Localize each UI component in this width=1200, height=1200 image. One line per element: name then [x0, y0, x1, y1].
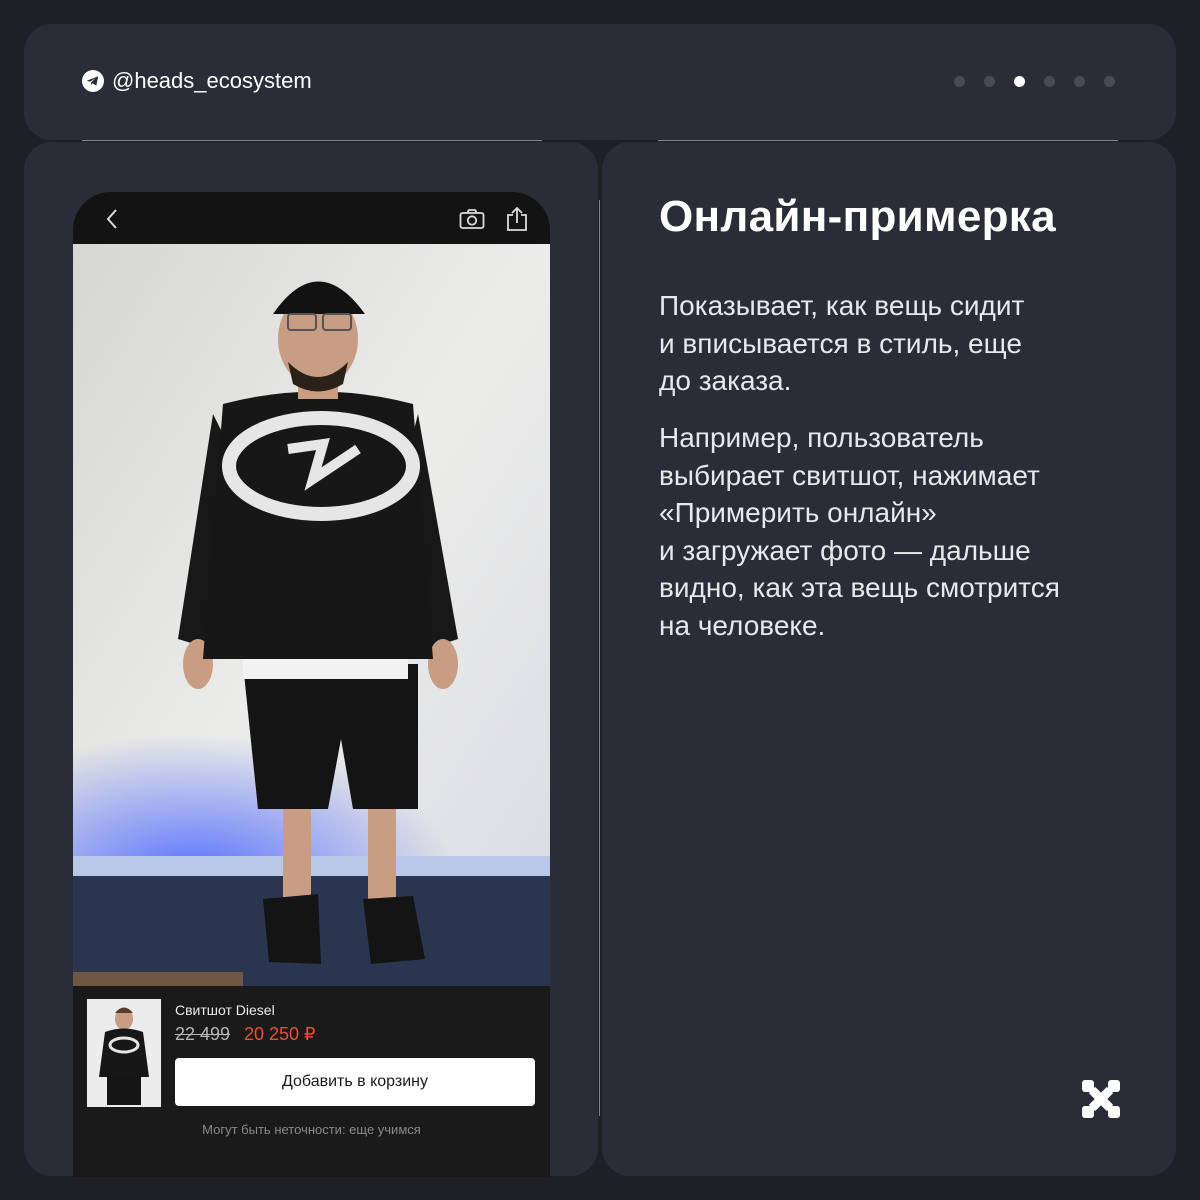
page-dot[interactable]: [1044, 76, 1055, 87]
share-icon[interactable]: [505, 206, 529, 232]
phone-screen: Свитшот Diesel 22 499 20 250 ₽ Добавить …: [73, 192, 550, 1177]
page-title: Онлайн-примерка: [659, 192, 1056, 241]
vertical-divider: [599, 200, 600, 1116]
chevron-left-icon[interactable]: [105, 208, 119, 230]
text-line: видно, как эта вещь смотрится: [659, 572, 1060, 603]
text-line: и вписывается в стиль, еще: [659, 327, 1022, 359]
product-name: Свитшот Diesel: [175, 1002, 275, 1018]
product-thumbnail[interactable]: [87, 999, 161, 1107]
description-paragraph-1: Показывает, как вещь сидит и вписывается…: [659, 287, 1159, 400]
channel-handle[interactable]: @heads_ecosystem: [82, 68, 312, 94]
text-line: «Примерить онлайн»: [659, 497, 937, 528]
text-line: выбирает свитшот, нажимает: [659, 459, 1040, 491]
page-dot[interactable]: [1074, 76, 1085, 87]
page-dot[interactable]: [1104, 76, 1115, 87]
page-dot[interactable]: [954, 76, 965, 87]
page-dot[interactable]: [1014, 76, 1025, 87]
text-line: Показывает, как вещь сидит: [659, 290, 1025, 321]
page-dot[interactable]: [984, 76, 995, 87]
try-on-photo: [73, 244, 550, 986]
description-paragraph-2: Например, пользователь выбирает свитшот,…: [659, 419, 1159, 644]
channel-handle-text: @heads_ecosystem: [112, 68, 312, 93]
text-line: до заказа.: [659, 365, 792, 396]
disclaimer-text: Могут быть неточности: еще учимся: [202, 1122, 421, 1137]
new-price: 20 250 ₽: [244, 1024, 316, 1044]
telegram-icon: [82, 70, 104, 92]
divider: [82, 140, 542, 141]
add-to-cart-button[interactable]: Добавить в корзину: [175, 1058, 535, 1106]
page-indicator: [954, 76, 1115, 87]
phone-top-bar: [73, 192, 550, 244]
text-line: на человеке.: [659, 609, 826, 641]
text-line: и загружает фото — дальше: [659, 534, 1031, 566]
text-line: Например, пользователь: [659, 422, 984, 453]
camera-icon[interactable]: [459, 208, 485, 230]
brand-logo-icon: [1082, 1080, 1120, 1118]
product-bar: Свитшот Diesel 22 499 20 250 ₽ Добавить …: [73, 986, 550, 1177]
divider: [658, 140, 1118, 141]
old-price: 22 499: [175, 1024, 231, 1044]
